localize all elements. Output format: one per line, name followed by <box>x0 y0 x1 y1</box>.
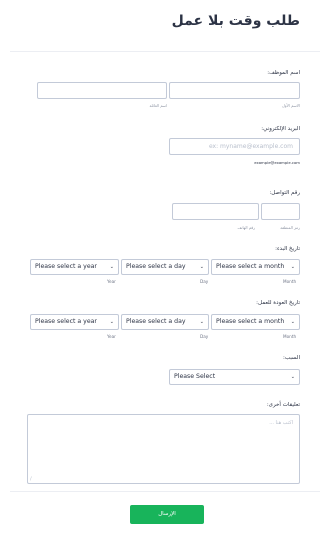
return-year-value: Please select a year <box>35 318 97 325</box>
chevron-down-icon: ⌄ <box>290 374 295 380</box>
reason-label: السبب: <box>282 355 300 361</box>
chevron-down-icon: ⌄ <box>199 264 204 270</box>
reason-value: Please Select <box>174 373 216 380</box>
area-code-caption: رمز المنطقة <box>280 225 300 230</box>
return-year-select[interactable]: Please select a year ⌄ <box>30 314 119 330</box>
phone-label: رقم التواصل: <box>269 190 300 196</box>
start-year-caption: Year <box>107 279 116 284</box>
chevron-down-icon: ⌄ <box>290 319 295 325</box>
last-name-caption: اسم العائلة <box>149 103 167 108</box>
return-year-caption: Year <box>107 334 116 339</box>
start-day-caption: Day <box>200 279 209 284</box>
comments-textarea[interactable]: اكتب هنا ... ∕ <box>27 414 300 484</box>
start-month-select[interactable]: Please select a month ⌄ <box>211 259 300 275</box>
resize-handle-icon[interactable]: ∕ <box>30 477 32 482</box>
chevron-down-icon: ⌄ <box>109 319 114 325</box>
chevron-down-icon: ⌄ <box>290 264 295 270</box>
email-caption: example@example.com <box>254 160 300 165</box>
page-title: طلب وقت بلا عمل <box>171 13 300 29</box>
start-day-value: Please select a day <box>126 263 186 270</box>
return-date-label: تاريخ العودة للعمل: <box>256 300 300 306</box>
comments-label: تعليقات أخرى: <box>266 402 300 408</box>
start-year-value: Please select a year <box>35 263 97 270</box>
start-date-label: تاريخ البدء: <box>275 246 300 252</box>
submit-button[interactable]: الإرسال <box>130 505 204 524</box>
return-month-value: Please select a month <box>216 318 285 325</box>
employee-name-label: اسم الموظف: <box>267 70 300 76</box>
reason-select[interactable]: Please Select ⌄ <box>169 369 300 385</box>
first-name-field[interactable] <box>169 82 300 99</box>
start-year-select[interactable]: Please select a year ⌄ <box>30 259 119 275</box>
area-code-field[interactable] <box>261 203 300 220</box>
return-month-select[interactable]: Please select a month ⌄ <box>211 314 300 330</box>
form-header: طلب وقت بلا عمل <box>10 0 320 52</box>
comments-placeholder: اكتب هنا ... <box>269 420 293 426</box>
phone-caption: رقم الهاتف <box>237 225 256 230</box>
email-field[interactable]: ex: myname@example.com <box>169 138 300 155</box>
return-day-caption: Day <box>200 334 209 339</box>
chevron-down-icon: ⌄ <box>199 319 204 325</box>
start-day-select[interactable]: Please select a day ⌄ <box>121 259 209 275</box>
return-day-value: Please select a day <box>126 318 186 325</box>
start-month-value: Please select a month <box>216 263 285 270</box>
chevron-down-icon: ⌄ <box>109 264 114 270</box>
email-label: البريد الإلكتروني: <box>261 126 300 132</box>
phone-number-field[interactable] <box>172 203 259 220</box>
first-name-caption: الاسم الأول <box>282 103 300 108</box>
return-day-select[interactable]: Please select a day ⌄ <box>121 314 209 330</box>
start-month-caption: Month <box>283 279 297 284</box>
last-name-field[interactable] <box>37 82 167 99</box>
email-placeholder: ex: myname@example.com <box>208 143 293 150</box>
return-month-caption: Month <box>283 334 297 339</box>
